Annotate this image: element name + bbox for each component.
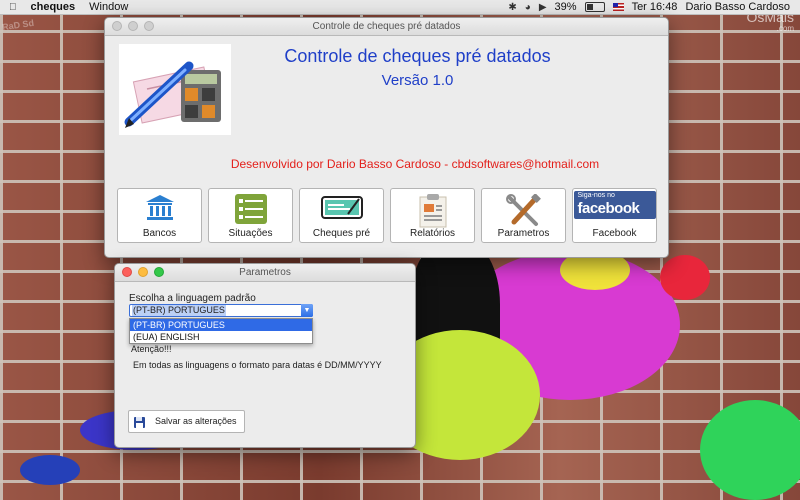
- app-title: Controle de cheques pré datados: [284, 46, 551, 66]
- language-label: Escolha a linguagem padrão: [129, 293, 256, 304]
- relatorios-button[interactable]: Relatórios: [390, 188, 475, 243]
- menu-window[interactable]: Window: [89, 1, 128, 13]
- language-option-ptbr[interactable]: (PT-BR) PORTUGUES: [130, 319, 312, 331]
- floppy-disk-icon: [134, 417, 145, 428]
- bancos-button[interactable]: Bancos: [117, 188, 202, 243]
- main-button-row: Bancos Situações Cheques pré Relatórios …: [117, 188, 657, 243]
- chevron-down-icon[interactable]: ▼: [301, 304, 313, 317]
- wall-paint-splat: [660, 255, 710, 300]
- tools-icon: [505, 194, 541, 226]
- menu-user[interactable]: Dario Basso Cardoso: [685, 1, 790, 13]
- language-select[interactable]: (PT-BR) PORTUGUES ▼: [129, 304, 313, 317]
- zoom-button[interactable]: [144, 21, 154, 31]
- wifi-icon[interactable]: ◕: [525, 2, 531, 13]
- battery-percent[interactable]: 39%: [555, 1, 577, 13]
- wall-logo: RaD Sd: [1, 17, 35, 33]
- facebook-badge-small: Siga-nos no: [577, 192, 615, 199]
- language-option-eua[interactable]: (EUA) ENGLISH: [130, 331, 312, 343]
- main-window-title: Controle de cheques pré datados: [312, 21, 461, 32]
- battery-icon[interactable]: [584, 2, 605, 12]
- watermark: OsMais .com: [747, 10, 794, 34]
- volume-icon[interactable]: ▶: [539, 2, 547, 13]
- attention-text: Atenção!!!: [131, 344, 172, 354]
- main-window: Controle de cheques pré datados Controle…: [104, 17, 669, 258]
- situacoes-button[interactable]: Situações: [208, 188, 293, 243]
- menu-app-name[interactable]: cheques: [31, 1, 76, 13]
- flag-icon[interactable]: [612, 3, 624, 11]
- main-window-titlebar[interactable]: Controle de cheques pré datados: [105, 18, 668, 36]
- wall-paint-splat: [700, 400, 800, 500]
- cheques-pre-label: Cheques pré: [312, 228, 371, 239]
- close-button[interactable]: [122, 267, 132, 277]
- apple-icon[interactable]: : [9, 2, 17, 13]
- facebook-icon: Siga-nos no facebook: [573, 191, 656, 219]
- language-select-value: (PT-BR) PORTUGUES: [132, 305, 226, 316]
- app-version: Versão 1.0: [381, 72, 454, 89]
- cheques-pre-button[interactable]: Cheques pré: [299, 188, 384, 243]
- facebook-label: Facebook: [592, 228, 637, 239]
- situacoes-label: Situações: [228, 228, 273, 239]
- language-dropdown: (PT-BR) PORTUGUES (EUA) ENGLISH: [129, 318, 313, 344]
- save-button-label: Salvar as alterações: [155, 416, 237, 426]
- facebook-button[interactable]: Siga-nos no facebook Facebook: [572, 188, 657, 243]
- menu-bar:  cheques Window ✱ ◕ ▶ 39% Ter 16:48 Dar…: [0, 0, 800, 15]
- wall-paint-splat: [20, 455, 80, 485]
- report-icon: [419, 194, 446, 228]
- close-button[interactable]: [112, 21, 122, 31]
- parametros-button[interactable]: Parametros: [481, 188, 566, 243]
- date-format-note: Em todas as linguagens o formato para da…: [133, 360, 382, 370]
- bancos-label: Bancos: [142, 228, 177, 239]
- minimize-button[interactable]: [138, 267, 148, 277]
- bank-icon: [145, 195, 174, 220]
- parametros-window-title: Parametros: [239, 267, 291, 278]
- zoom-button[interactable]: [154, 267, 164, 277]
- relatorios-label: Relatórios: [409, 228, 456, 239]
- developer-credit: Desenvolvido por Dario Basso Cardoso - c…: [230, 157, 600, 171]
- parametros-window: Parametros Escolha a linguagem padrão (P…: [114, 263, 416, 448]
- bluetooth-icon[interactable]: ✱: [508, 2, 516, 13]
- list-icon: [234, 194, 267, 224]
- cheque-icon: [320, 196, 363, 219]
- save-button[interactable]: Salvar as alterações: [128, 410, 245, 433]
- app-logo: [119, 44, 231, 135]
- minimize-button[interactable]: [128, 21, 138, 31]
- menu-clock[interactable]: Ter 16:48: [632, 1, 678, 13]
- facebook-badge-big: facebook: [577, 200, 640, 217]
- parametros-label: Parametros: [497, 228, 550, 239]
- parametros-window-titlebar[interactable]: Parametros: [115, 264, 415, 282]
